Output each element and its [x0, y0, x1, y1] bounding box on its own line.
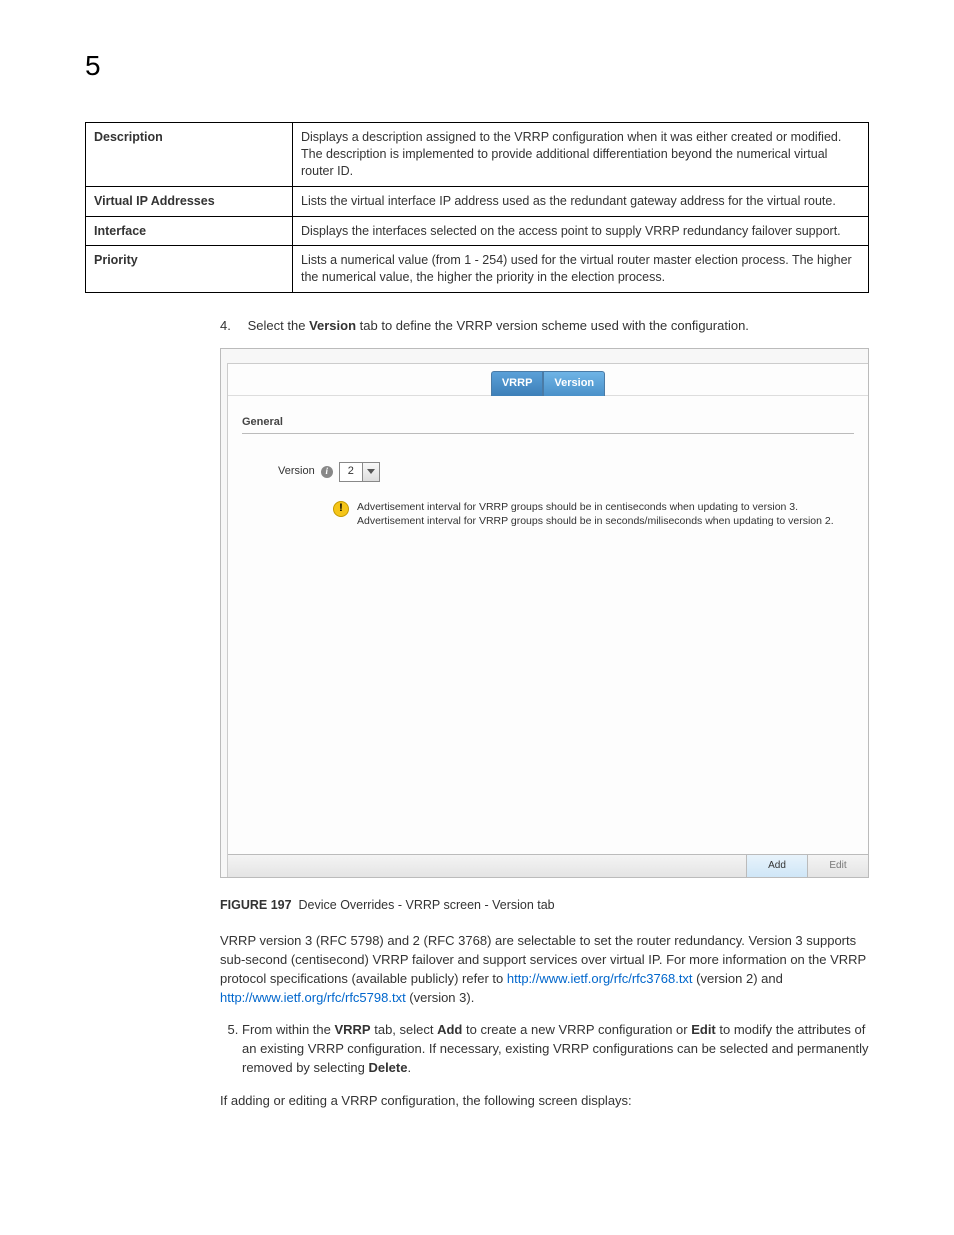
step-5: From within the VRRP tab, select Add to …	[242, 1021, 869, 1078]
table-row: Virtual IP Addresses Lists the virtual i…	[86, 186, 869, 216]
tab-version[interactable]: Version	[543, 371, 605, 396]
definition-table: Description Displays a description assig…	[85, 122, 869, 293]
row-label: Description	[86, 123, 293, 187]
row-label: Priority	[86, 246, 293, 293]
row-label: Interface	[86, 216, 293, 246]
paragraph: VRRP version 3 (RFC 5798) and 2 (RFC 376…	[220, 932, 869, 1007]
add-button[interactable]: Add	[746, 855, 807, 877]
edit-button[interactable]: Edit	[807, 855, 868, 877]
step-4: 4. Select the Version tab to define the …	[220, 317, 869, 336]
row-text: Lists a numerical value (from 1 - 254) u…	[293, 246, 869, 293]
rfc5798-link[interactable]: http://www.ietf.org/rfc/rfc5798.txt	[220, 990, 406, 1005]
warning-icon: !	[333, 501, 349, 517]
tab-vrrp[interactable]: VRRP	[491, 371, 544, 396]
table-row: Description Displays a description assig…	[86, 123, 869, 187]
figure-caption: FIGURE 197 Device Overrides - VRRP scree…	[220, 896, 869, 914]
general-fieldset-label: General	[242, 416, 283, 428]
paragraph: If adding or editing a VRRP configuratio…	[220, 1092, 869, 1111]
chevron-down-icon	[362, 463, 379, 481]
row-text: Displays a description assigned to the V…	[293, 123, 869, 187]
row-text: Lists the virtual interface IP address u…	[293, 186, 869, 216]
table-row: Priority Lists a numerical value (from 1…	[86, 246, 869, 293]
version-dropdown-value: 2	[340, 464, 362, 480]
tab-bar: VRRPVersion	[228, 364, 868, 396]
table-row: Interface Displays the interfaces select…	[86, 216, 869, 246]
warning-text: Advertisement interval for VRRP groups s…	[357, 500, 834, 528]
rfc3768-link[interactable]: http://www.ietf.org/rfc/rfc3768.txt	[507, 971, 693, 986]
info-icon[interactable]: i	[321, 466, 333, 478]
vrrp-version-panel: VRRPVersion General Version i 2 !	[220, 348, 869, 878]
version-label: Version	[278, 464, 315, 480]
version-dropdown[interactable]: 2	[339, 462, 380, 482]
panel-footer: Add Edit	[228, 854, 868, 877]
row-label: Virtual IP Addresses	[86, 186, 293, 216]
row-text: Displays the interfaces selected on the …	[293, 216, 869, 246]
chapter-number: 5	[85, 50, 869, 82]
